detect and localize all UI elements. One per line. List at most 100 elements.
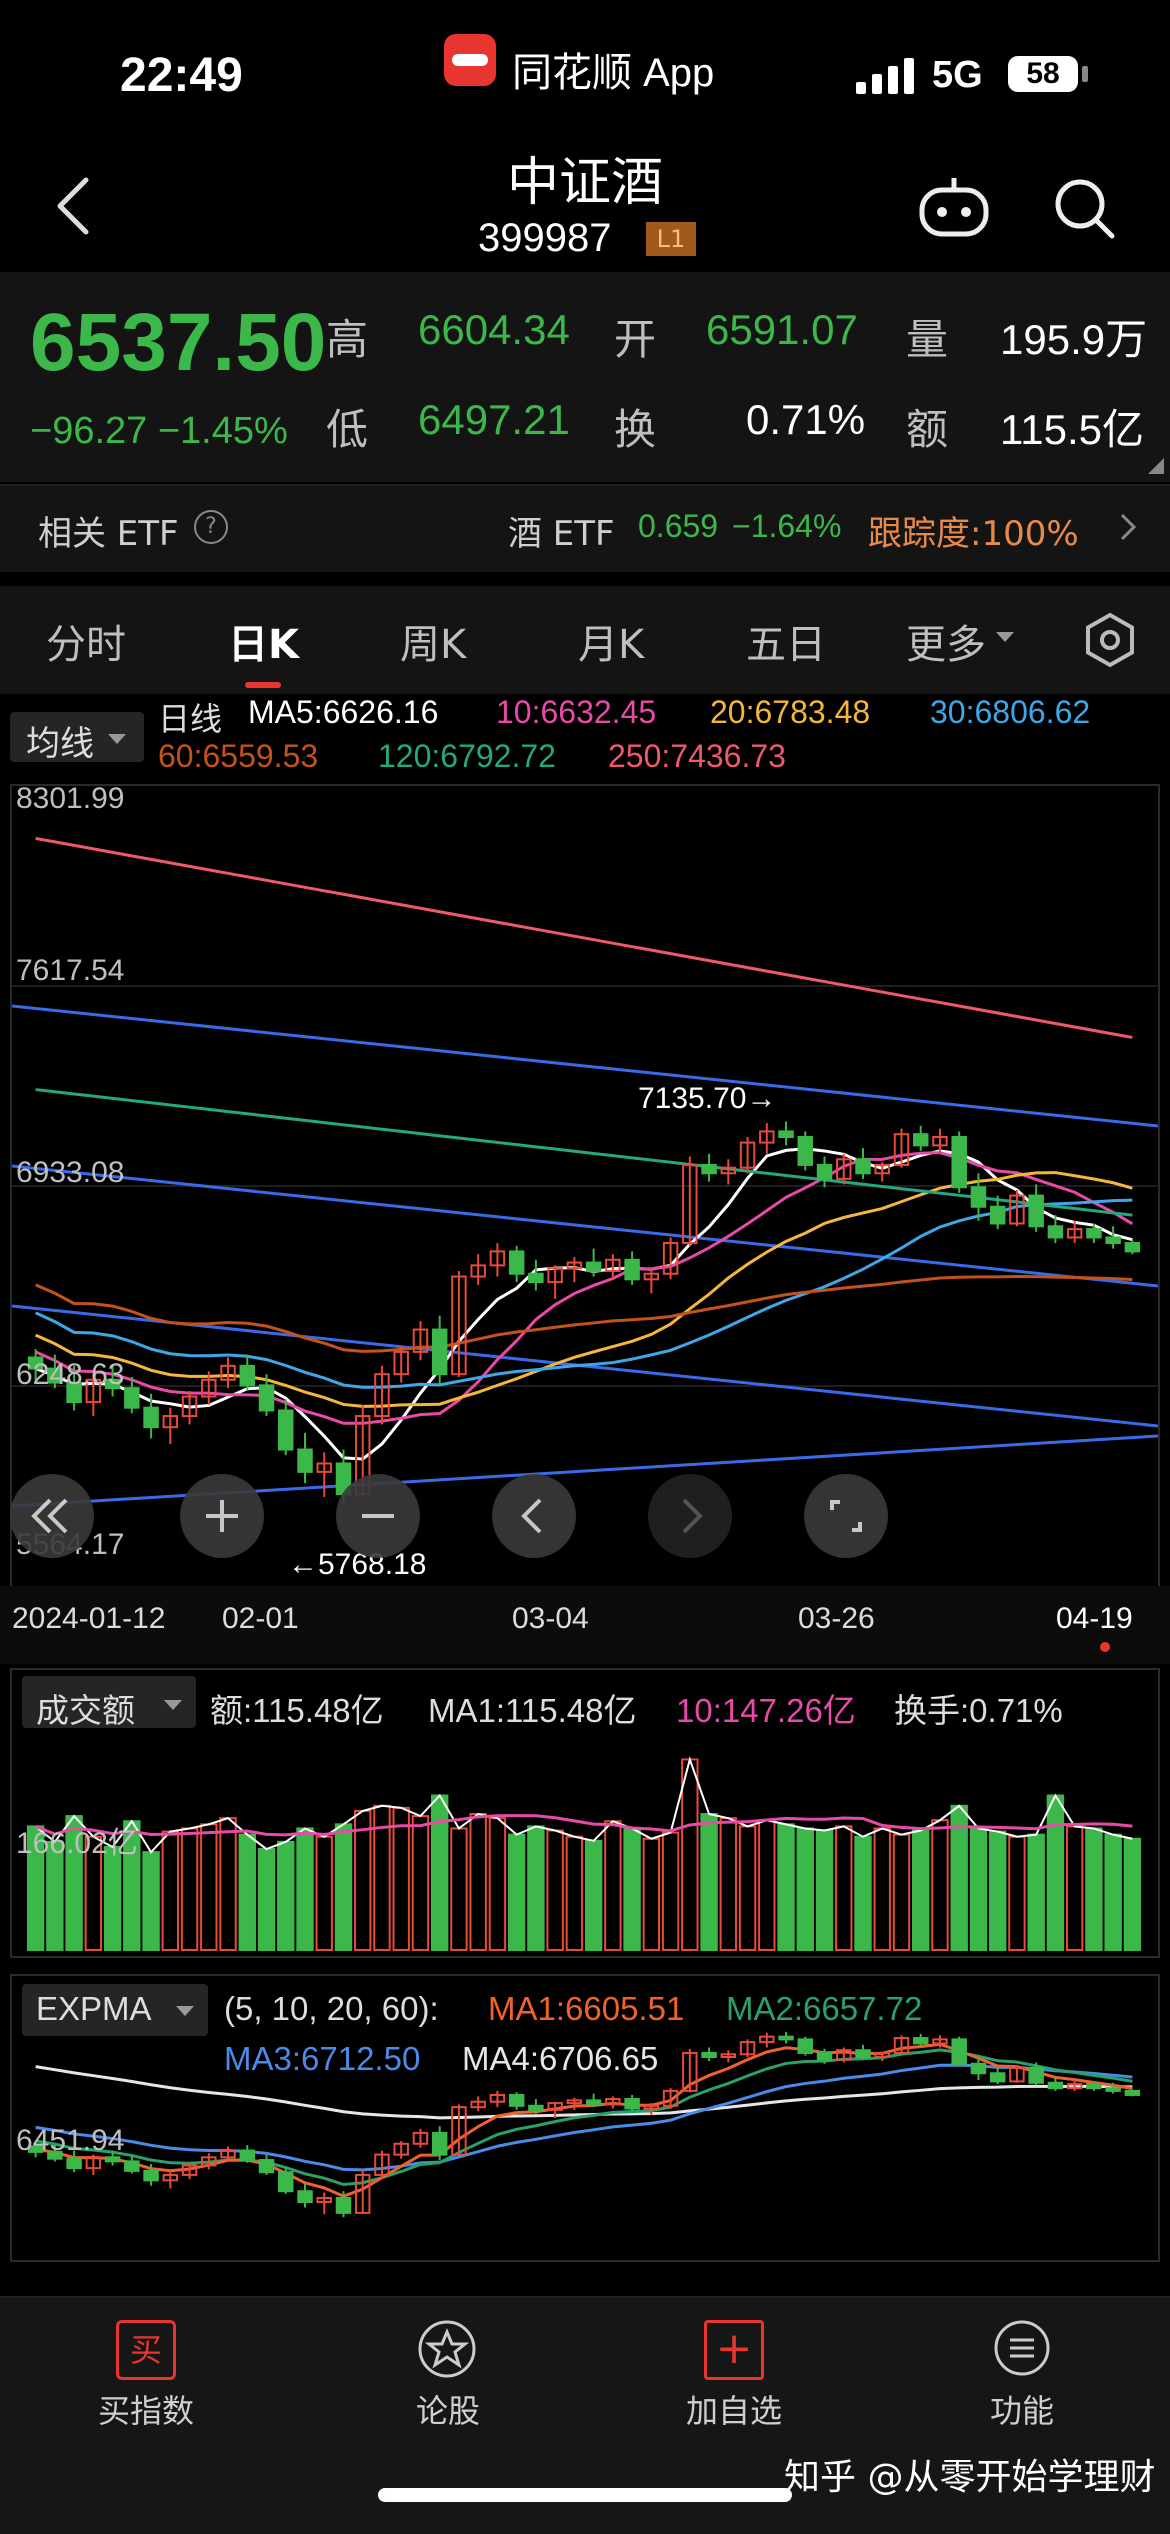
app-name: 同花顺 App [512, 51, 715, 95]
zoom-in-button[interactable] [180, 1474, 264, 1558]
expma-ma1: MA1:6605.51 [488, 1990, 685, 2027]
candle [258, 1384, 275, 1412]
volume-bar [661, 1831, 680, 1951]
expma-ma2: MA2:6657.72 [726, 1990, 923, 2027]
search-icon[interactable] [1052, 176, 1116, 240]
expma-candle [1105, 2087, 1121, 2092]
high-marker: 7135.70→ [638, 1082, 777, 1115]
expma-candle [335, 2196, 352, 2214]
volume-bar [931, 1819, 949, 1951]
plus-icon [206, 1500, 238, 1532]
expma-candle [912, 2037, 929, 2045]
turnover-label: 换 [614, 405, 657, 454]
help-icon[interactable]: ? [194, 510, 228, 544]
candle [1124, 1242, 1141, 1253]
volume-bar [296, 1827, 314, 1952]
nav-label: 论股 [415, 2392, 480, 2430]
y-tick-1: 8301.99 [16, 782, 125, 815]
ma60-line [35, 1274, 1133, 1353]
expma-candle [1086, 2083, 1102, 2090]
chevron-right-icon [682, 1498, 703, 1534]
volume-bar [815, 1829, 834, 1952]
candle [855, 1158, 871, 1175]
volume-bar [796, 1827, 814, 1952]
volume-bar [257, 1848, 276, 1951]
candle [1047, 1225, 1064, 1239]
tab-five-day[interactable]: 五日 [746, 612, 826, 670]
volume-bar [430, 1794, 449, 1951]
scroll-left-button[interactable] [492, 1474, 576, 1558]
tab-intraday[interactable]: 分时 [46, 612, 126, 670]
volume-bar [681, 1758, 699, 1951]
settings-hexagon-icon[interactable] [1082, 612, 1138, 668]
ma30-value: 30:6806.62 [930, 694, 1091, 730]
expma-candle [624, 2098, 640, 2110]
minus-icon [362, 1514, 394, 1518]
chevron-down-icon [176, 2006, 194, 2016]
volume-bar [354, 1809, 372, 1951]
expma-candle [508, 2093, 525, 2107]
volume-bar [873, 1827, 891, 1952]
tab-more[interactable]: 更多 [906, 612, 986, 670]
robot-assistant-icon[interactable] [918, 176, 990, 240]
add-watchlist-icon: + [704, 2320, 764, 2380]
expma-candle [239, 2149, 256, 2162]
ma-period: 日线 [158, 701, 223, 737]
scroll-left-fast-button[interactable] [10, 1474, 94, 1558]
candle [1086, 1228, 1102, 1239]
x-tick-1: 2024-01-12 [12, 1602, 166, 1635]
ma120-value: 120:6792.72 [378, 738, 556, 774]
tab-monthly-k[interactable]: 月K [578, 612, 644, 670]
turnover-value: 0.71% [746, 396, 866, 443]
y-tick-2: 7617.54 [16, 954, 125, 987]
tab-daily-k[interactable]: 日K [228, 612, 299, 670]
volume-bar [450, 1827, 468, 1952]
volume-bar [777, 1823, 795, 1951]
candle [278, 1409, 294, 1451]
expma-candle [701, 2051, 717, 2059]
chevron-down-icon [108, 734, 126, 744]
candle [970, 1186, 987, 1208]
nav-add-watchlist[interactable]: + 加自选 [634, 2306, 834, 2446]
volume-bar [488, 1817, 507, 1951]
volume-bar [969, 1827, 988, 1952]
kline-chart[interactable] [10, 784, 1160, 1588]
nav-functions[interactable]: 功能 [922, 2306, 1122, 2446]
candle [816, 1163, 833, 1180]
price-change: −96.27 −1.45% [30, 410, 288, 452]
expand-corner-icon[interactable] [1148, 458, 1164, 474]
chevron-right-icon[interactable] [1118, 512, 1138, 542]
nav-label: 加自选 [685, 2392, 782, 2430]
ma20-value: 20:6783.48 [710, 694, 871, 730]
volume-label: 量 [906, 315, 949, 364]
more-dropdown-icon [996, 632, 1014, 642]
ma250-line [35, 836, 1133, 1039]
fullscreen-icon [830, 1500, 862, 1532]
ma60-value: 60:6559.53 [158, 738, 319, 774]
tab-weekly-k[interactable]: 周K [400, 612, 466, 670]
ma10-value: 10:6632.45 [496, 694, 657, 730]
expma-candle [989, 2072, 1006, 2083]
home-indicator[interactable] [378, 2488, 792, 2502]
zoom-out-button[interactable] [336, 1474, 420, 1558]
x-tick-5: 04-19 [1056, 1602, 1133, 1635]
expma-candle [258, 2159, 275, 2174]
candle [797, 1136, 814, 1166]
double-chevron-left-icon [31, 1498, 68, 1534]
live-dot [1100, 1642, 1110, 1652]
etf-change: −1.64% [732, 508, 842, 544]
expma-candle [66, 2157, 82, 2170]
fullscreen-button[interactable] [804, 1474, 888, 1558]
volume-value: 195.9万 [1000, 316, 1148, 363]
volume-amount: 额:115.48亿 [210, 1692, 384, 1729]
expma-select-label: EXPMA [36, 1990, 152, 2027]
candle [508, 1250, 525, 1275]
page-title: 中证酒 [506, 153, 663, 213]
menu-icon [994, 2320, 1050, 2376]
scroll-right-button[interactable] [648, 1474, 732, 1558]
volume-bar [738, 1825, 757, 1951]
nav-discuss[interactable]: 论股 [348, 2306, 548, 2446]
chevron-left-icon [521, 1498, 542, 1534]
nav-buy-index[interactable]: 买 买指数 [46, 2306, 246, 2446]
current-price: 6537.50 [30, 297, 327, 388]
